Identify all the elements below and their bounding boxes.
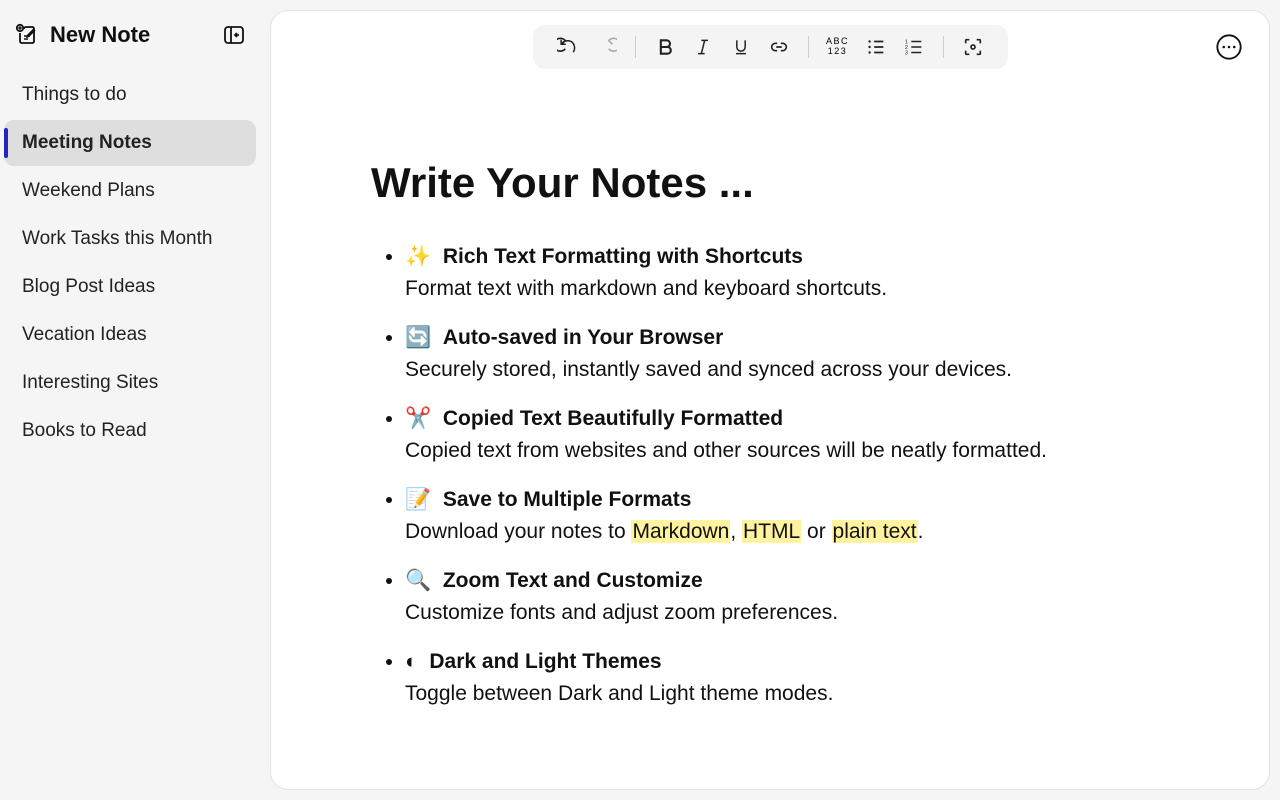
feature-desc: Toggle between Dark and Light theme mode…: [405, 682, 833, 705]
redo-icon: [595, 36, 617, 58]
sidebar-header: New Note: [0, 22, 260, 54]
feature-desc: Format text with markdown and keyboard s…: [405, 277, 887, 300]
bullet-list-button[interactable]: [857, 28, 895, 66]
more-options-icon: [1215, 33, 1243, 61]
spellcheck-button[interactable]: ABC 123: [819, 37, 857, 57]
link-button[interactable]: [760, 28, 798, 66]
note-item-work-tasks[interactable]: Work Tasks this Month: [4, 216, 256, 262]
undo-button[interactable]: [549, 28, 587, 66]
numbered-list-icon: 123: [903, 36, 925, 58]
bold-button[interactable]: [646, 28, 684, 66]
feature-item: ✨ Rich Text Formatting with Shortcuts Fo…: [405, 241, 1169, 304]
note-heading: Write Your Notes ...: [371, 159, 1169, 207]
note-item-blog-post-ideas[interactable]: Blog Post Ideas: [4, 264, 256, 310]
note-item-interesting-sites[interactable]: Interesting Sites: [4, 360, 256, 406]
separator: [808, 36, 809, 58]
feature-item: ◐ Dark and Light Themes Toggle between D…: [405, 646, 1169, 709]
feature-desc: Copied text from websites and other sour…: [405, 439, 1047, 462]
italic-icon: [693, 37, 713, 57]
feature-desc: Securely stored, instantly saved and syn…: [405, 358, 1012, 381]
feature-emoji: 🔄: [405, 326, 431, 349]
undo-icon: [557, 36, 579, 58]
spellcheck-line2: 123: [828, 47, 848, 57]
feature-title: Auto-saved in Your Browser: [443, 326, 723, 349]
feature-title: Rich Text Formatting with Shortcuts: [443, 245, 803, 268]
note-item-weekend-plans[interactable]: Weekend Plans: [4, 168, 256, 214]
feature-list: ✨ Rich Text Formatting with Shortcuts Fo…: [371, 241, 1169, 709]
new-note-label: New Note: [50, 22, 150, 48]
note-item-meeting-notes[interactable]: Meeting Notes: [4, 120, 256, 166]
note-item-books-to-read[interactable]: Books to Read: [4, 408, 256, 454]
feature-desc: Download your notes to Markdown, HTML or…: [405, 520, 923, 543]
focus-icon: [962, 36, 984, 58]
note-item-things-to-do[interactable]: Things to do: [4, 72, 256, 118]
note-list: Things to do Meeting Notes Weekend Plans…: [0, 72, 260, 454]
feature-item: 📝 Save to Multiple Formats Download your…: [405, 484, 1169, 547]
note-item-vecation-ideas[interactable]: Vecation Ideas: [4, 312, 256, 358]
feature-emoji: 📝: [405, 488, 431, 511]
feature-item: 🔍 Zoom Text and Customize Customize font…: [405, 565, 1169, 628]
new-note-button[interactable]: New Note: [14, 22, 150, 48]
focus-mode-button[interactable]: [954, 28, 992, 66]
redo-button[interactable]: [587, 28, 625, 66]
link-icon: [768, 36, 790, 58]
collapse-sidebar-icon: [222, 23, 246, 47]
feature-item: 🔄 Auto-saved in Your Browser Securely st…: [405, 322, 1169, 385]
more-options-button[interactable]: [1215, 33, 1243, 66]
feature-title: Save to Multiple Formats: [443, 488, 692, 511]
underline-icon: [731, 37, 751, 57]
underline-button[interactable]: [722, 28, 760, 66]
feature-item: ✂️ Copied Text Beautifully Formatted Cop…: [405, 403, 1169, 466]
feature-title: Dark and Light Themes: [429, 650, 661, 673]
feature-desc: Customize fonts and adjust zoom preferen…: [405, 601, 838, 624]
separator: [943, 36, 944, 58]
editor-panel: ABC 123 123 Write Your Notes ... ✨ Rich …: [270, 10, 1270, 790]
feature-emoji: ✂️: [405, 407, 431, 430]
new-note-icon: [14, 23, 38, 47]
svg-text:3: 3: [904, 50, 907, 56]
note-content[interactable]: Write Your Notes ... ✨ Rich Text Formatt…: [271, 69, 1269, 747]
feature-emoji: ✨: [405, 245, 431, 268]
toolbar: ABC 123 123: [533, 25, 1008, 69]
numbered-list-button[interactable]: 123: [895, 28, 933, 66]
separator: [635, 36, 636, 58]
feature-emoji: 🔍: [405, 569, 431, 592]
italic-button[interactable]: [684, 28, 722, 66]
bullet-list-icon: [865, 36, 887, 58]
feature-title: Copied Text Beautifully Formatted: [443, 407, 783, 430]
sidebar: New Note Things to do Meeting Notes Week…: [0, 0, 260, 800]
feature-title: Zoom Text and Customize: [443, 569, 703, 592]
bold-icon: [655, 37, 675, 57]
feature-emoji: ◐: [405, 650, 418, 673]
collapse-sidebar-button[interactable]: [222, 23, 246, 47]
